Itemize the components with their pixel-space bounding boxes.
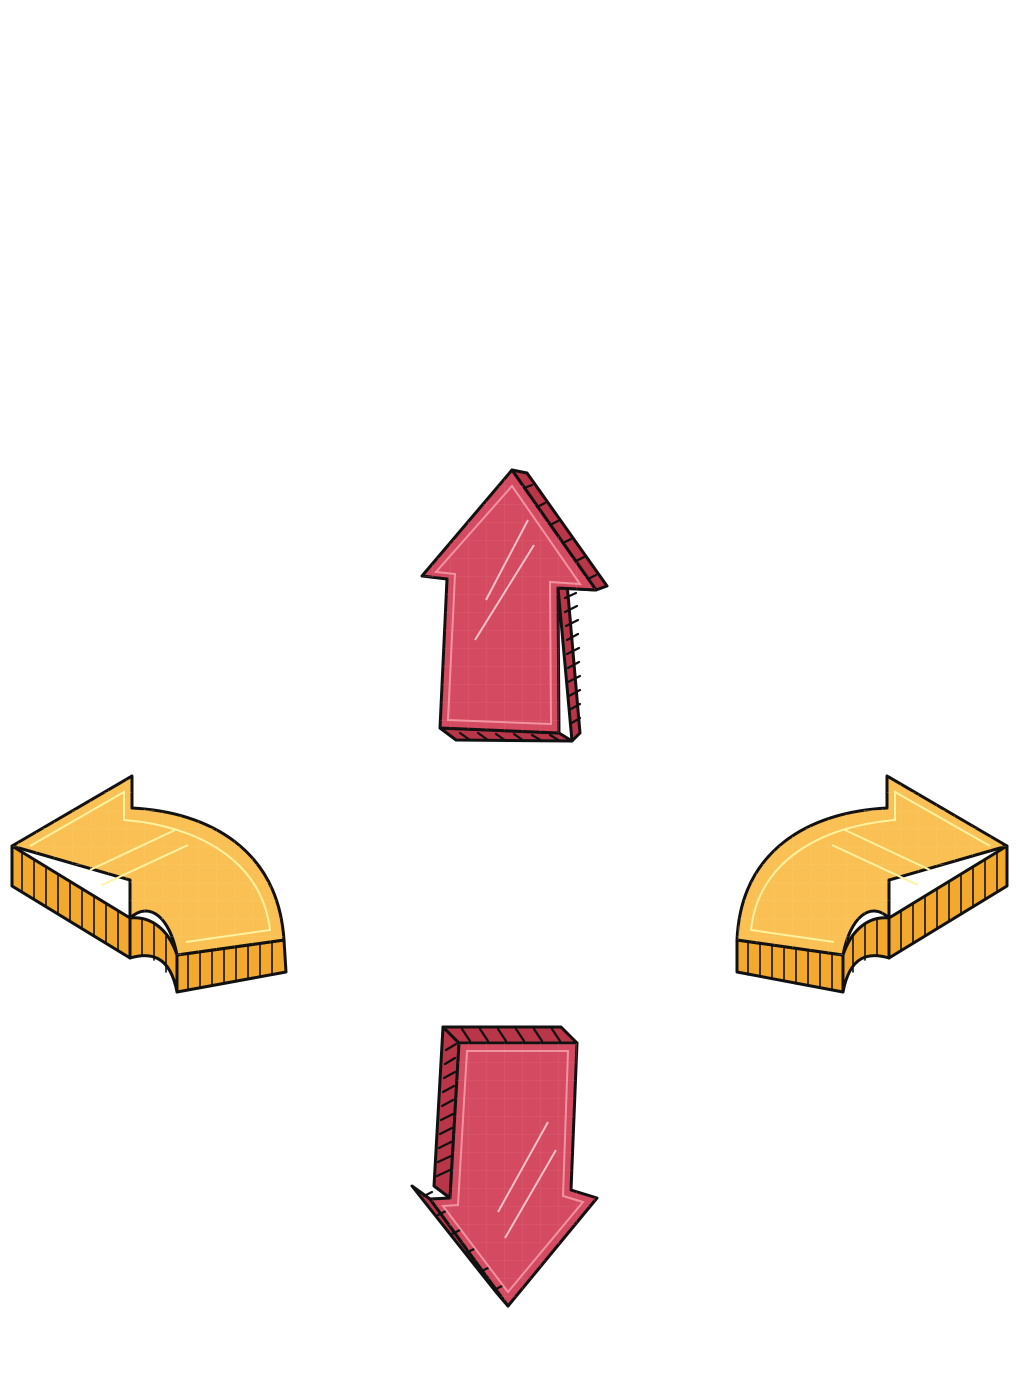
canvas: [0, 0, 1020, 1389]
arrow-right-curved-icon: [735, 774, 1009, 994]
arrow-down-icon: [410, 1025, 599, 1308]
arrow-left-curved-icon: [10, 774, 288, 994]
arrows-illustration: [10, 468, 1009, 1308]
arrow-up-icon: [420, 468, 609, 743]
